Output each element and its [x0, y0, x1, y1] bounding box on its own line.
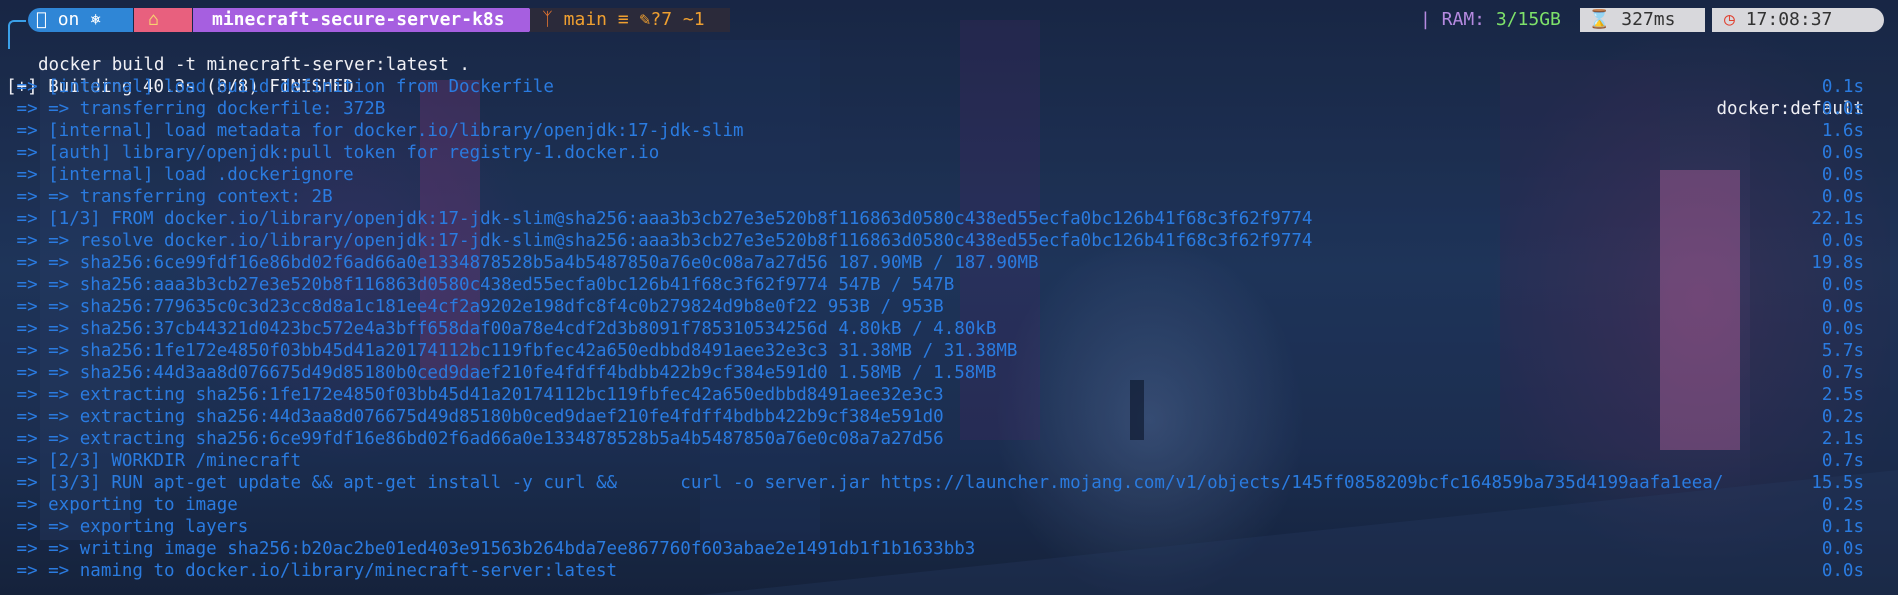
build-step-time: 0.7s — [1821, 451, 1864, 471]
build-step-time: 0.0s — [1821, 275, 1864, 295]
exec-time: 327ms — [1621, 9, 1676, 30]
build-step-text: => => extracting sha256:1fe172e4850f03bb… — [6, 385, 944, 405]
build-step-text: => => resolve docker.io/library/openjdk:… — [6, 231, 1313, 251]
ram-label: | RAM: — [1420, 9, 1486, 30]
build-step-row: => [2/3] WORKDIR /minecraft 0.7s — [0, 450, 1898, 472]
build-step-time: 5.7s — [1821, 341, 1864, 361]
build-step-row: => [1/3] FROM docker.io/library/openjdk:… — [0, 208, 1898, 230]
clock-icon: ◷ — [1724, 9, 1735, 30]
build-step-text: => => transferring context: 2B — [6, 187, 333, 207]
build-step-row: => => sha256:1fe172e4850f03bb45d41a20174… — [0, 340, 1898, 362]
apple-icon:  — [36, 9, 47, 30]
build-step-row: => => extracting sha256:6ce99fdf16e86bd0… — [0, 428, 1898, 450]
build-step-time: 0.0s — [1821, 231, 1864, 251]
build-step-text: => [1/3] FROM docker.io/library/openjdk:… — [6, 209, 1313, 229]
build-step-time: 0.0s — [1821, 99, 1864, 119]
build-step-row: => => naming to docker.io/library/minecr… — [0, 560, 1898, 582]
build-step-time: 0.0s — [1821, 297, 1864, 317]
git-branch-icon: ᛉ — [542, 9, 553, 30]
build-step-time: 22.1s — [1811, 209, 1864, 229]
build-step-row: => => sha256:44d3aa8d076675d49d85180b0ce… — [0, 362, 1898, 384]
build-step-row: => [internal] load metadata for docker.i… — [0, 120, 1898, 142]
exec-time-segment: ⌛ 327ms — [1580, 8, 1705, 32]
git-modified-status: ?7 ~1 — [650, 9, 705, 30]
build-step-time: 0.7s — [1821, 363, 1864, 383]
build-step-row: => => extracting sha256:44d3aa8d076675d4… — [0, 406, 1898, 428]
hourglass-icon: ⌛ — [1588, 9, 1611, 30]
build-step-row: => => transferring dockerfile: 372B 0.0s — [0, 98, 1898, 120]
build-step-row: => [3/3] RUN apt-get update && apt-get i… — [0, 472, 1898, 494]
build-step-text: => [internal] load build definition from… — [6, 77, 554, 97]
build-step-text: => => sha256:37cb44321d0423bc572e4a3bff6… — [6, 319, 997, 339]
build-step-text: => [auth] library/openjdk:pull token for… — [6, 143, 660, 163]
directory-name: minecraft-secure-server-k8s — [212, 9, 505, 30]
build-step-row: => => writing image sha256:b20ac2be01ed4… — [0, 538, 1898, 560]
build-step-time: 0.0s — [1821, 561, 1864, 581]
build-step-row: => [internal] load build definition from… — [0, 76, 1898, 98]
git-stash-status: ≡ — [617, 9, 629, 30]
build-step-text: => => sha256:779635c0c3d23cc8d8a1c181ee4… — [6, 297, 944, 317]
build-step-text: => [internal] load metadata for docker.i… — [6, 121, 744, 141]
build-step-row: => => sha256:6ce99fdf16e86bd02f6ad66a0e1… — [0, 252, 1898, 274]
build-step-row: => [auth] library/openjdk:pull token for… — [0, 142, 1898, 164]
edit-icon: ✎ — [639, 9, 651, 30]
ram-value: 3/15GB — [1495, 9, 1561, 30]
build-step-time: 15.5s — [1811, 473, 1864, 493]
build-step-time: 0.0s — [1821, 165, 1864, 185]
clock-time: 17:08:37 — [1745, 9, 1833, 30]
build-step-text: => => sha256:44d3aa8d076675d49d85180b0ce… — [6, 363, 997, 383]
directory-segment: minecraft-secure-server-k8s — [193, 8, 529, 32]
build-step-text: => => sha256:aaa3b3cb27e3e520b8f116863d0… — [6, 275, 955, 295]
build-step-text: => exporting to image — [6, 495, 238, 515]
build-step-text: => => naming to docker.io/library/minecr… — [6, 561, 618, 581]
build-step-text: => => transferring dockerfile: 372B — [6, 99, 386, 119]
build-step-time: 19.8s — [1811, 253, 1864, 273]
build-step-text: => => sha256:6ce99fdf16e86bd02f6ad66a0e1… — [6, 253, 1039, 273]
build-step-text: => => exporting layers — [6, 517, 249, 537]
git-segment: ᛉ main ≡ ✎?7 ~1 — [530, 8, 730, 32]
home-icon: ⌂ — [148, 9, 159, 30]
build-step-text: => => sha256:1fe172e4850f03bb45d41a20174… — [6, 341, 1018, 361]
build-step-time: 0.0s — [1821, 143, 1864, 163]
build-step-text: => [2/3] WORKDIR /minecraft — [6, 451, 302, 471]
build-step-time: 1.6s — [1821, 121, 1864, 141]
build-step-time: 0.0s — [1821, 319, 1864, 339]
build-step-row: => [internal] load .dockerignore 0.0s — [0, 164, 1898, 186]
terminal-window[interactable]:  on ⎈ ⌂ minecraft-secure-server-k8s ᛉ m… — [0, 0, 1898, 595]
build-step-time: 0.1s — [1821, 77, 1864, 97]
build-step-row: => => exporting layers 0.1s — [0, 516, 1898, 538]
shell-prompt:  on ⎈ ⌂ minecraft-secure-server-k8s ᛉ m… — [0, 8, 1898, 49]
build-step-time: 0.1s — [1821, 517, 1864, 537]
build-step-row: => exporting to image 0.2s — [0, 494, 1898, 516]
build-step-time: 2.1s — [1821, 429, 1864, 449]
build-step-row: => => resolve docker.io/library/openjdk:… — [0, 230, 1898, 252]
os-segment:  on ⎈ — [28, 8, 133, 32]
build-step-text: => => extracting sha256:6ce99fdf16e86bd0… — [6, 429, 944, 449]
os-text: on — [58, 9, 80, 30]
build-step-text: => [3/3] RUN apt-get update && apt-get i… — [6, 473, 1724, 493]
build-step-row: => => sha256:aaa3b3cb27e3e520b8f116863d0… — [0, 274, 1898, 296]
build-step-row: => => transferring context: 2B 0.0s — [0, 186, 1898, 208]
build-step-row: => => sha256:779635c0c3d23cc8d8a1c181ee4… — [0, 296, 1898, 318]
build-step-time: 0.2s — [1821, 407, 1864, 427]
helm-icon: ⎈ — [90, 9, 101, 30]
home-segment: ⌂ — [134, 8, 192, 32]
command-line[interactable]: docker build -t minecraft-server:latest … — [0, 32, 1898, 75]
build-step-time: 0.0s — [1821, 187, 1864, 207]
build-step-time: 0.0s — [1821, 539, 1864, 559]
build-step-text: => => extracting sha256:44d3aa8d076675d4… — [6, 407, 944, 427]
git-branch: main — [563, 9, 608, 30]
clock-segment: ◷ 17:08:37 — [1712, 8, 1884, 32]
build-step-time: 0.2s — [1821, 495, 1864, 515]
build-header-line: [+] Building 40.3s (8/8) FINISHED docker… — [0, 54, 1898, 119]
build-step-time: 2.5s — [1821, 385, 1864, 405]
build-step-text: => => writing image sha256:b20ac2be01ed4… — [6, 539, 976, 559]
ram-segment: | RAM: 3/15GB — [1420, 8, 1561, 32]
build-step-row: => => extracting sha256:1fe172e4850f03bb… — [0, 384, 1898, 406]
build-step-row: => => sha256:37cb44321d0423bc572e4a3bff6… — [0, 318, 1898, 340]
build-step-text: => [internal] load .dockerignore — [6, 165, 354, 185]
